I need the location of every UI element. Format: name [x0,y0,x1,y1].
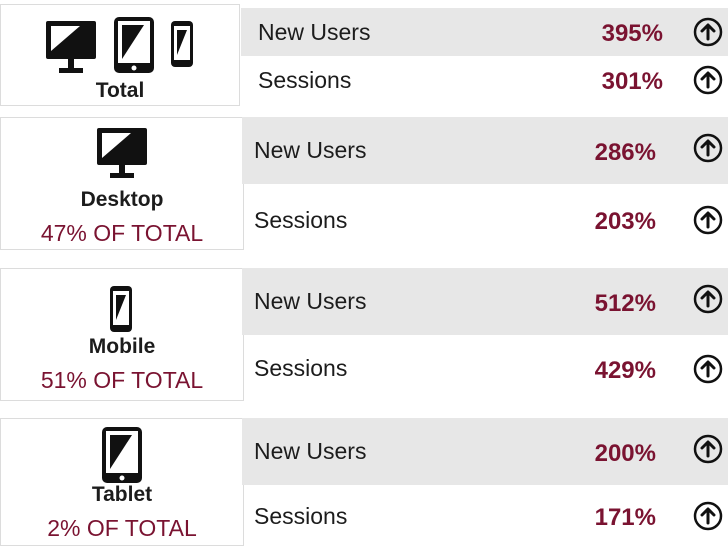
metric-row: New Users 512% [242,268,728,335]
metrics-panel: New Users 200% Sessions 171% [242,418,728,546]
metric-label: New Users [254,137,367,163]
up-arrow-icon [693,133,723,163]
up-arrow-icon [693,205,723,235]
up-arrow-icon [693,17,723,47]
tablet-icon [102,427,142,483]
tablet-icon [114,17,154,73]
up-arrow-icon [693,65,723,95]
metric-value: 395% [601,20,663,47]
metric-row: Sessions 429% [242,335,728,401]
segment-label-box: Desktop 47% OF TOTAL [0,117,244,250]
metric-value: 301% [601,68,663,95]
metric-value: 171% [594,504,656,531]
metric-label: New Users [254,438,367,464]
metric-label: Sessions [258,67,352,93]
mobile-icon [110,286,132,332]
up-arrow-icon [693,354,723,384]
share-of-total: 51% OF TOTAL [40,367,204,393]
segment-label-box: Mobile 51% OF TOTAL [0,268,244,401]
segment-label: Total [95,79,145,102]
metric-label: Sessions [254,207,348,233]
segment-label-box: Tablet 2% OF TOTAL [0,418,244,546]
metric-row: New Users 200% [242,418,728,485]
share-of-total: 47% OF TOTAL [40,220,204,246]
metric-label: New Users [254,288,367,314]
section-mobile: Mobile 51% OF TOTAL New Users 512% Sessi… [0,268,728,401]
metric-value: 286% [594,139,656,166]
metric-row: Sessions 171% [242,485,728,546]
metric-row: New Users 286% [242,117,728,184]
metric-value: 203% [594,208,656,235]
section-total: Total New Users 395% Sessions 301% [0,0,728,106]
section-tablet: Tablet 2% OF TOTAL New Users 200% Sessio… [0,418,728,546]
desktop-icon [97,128,147,180]
segment-label: Desktop [80,188,164,211]
share-of-total: 2% OF TOTAL [47,515,197,541]
metric-row: New Users 395% [241,8,728,56]
metric-label: New Users [258,19,371,45]
metrics-panel: New Users 512% Sessions 429% [242,268,728,401]
metric-row: Sessions 203% [242,184,728,250]
desktop-icon [46,21,96,75]
metric-label: Sessions [254,355,348,381]
metrics-panel: New Users 395% Sessions 301% [241,0,728,106]
segment-label-box: Total [0,4,240,106]
metric-value: 429% [594,357,656,384]
up-arrow-icon [693,501,723,531]
metrics-panel: New Users 286% Sessions 203% [242,117,728,250]
up-arrow-icon [693,434,723,464]
segment-label: Tablet [91,483,153,506]
section-desktop: Desktop 47% OF TOTAL New Users 286% Sess… [0,117,728,250]
metric-value: 512% [594,290,656,317]
segment-label: Mobile [88,335,156,358]
metric-value: 200% [594,440,656,467]
mobile-icon [171,21,193,67]
up-arrow-icon [693,284,723,314]
metric-label: Sessions [254,503,348,529]
metric-row: Sessions 301% [241,56,728,104]
